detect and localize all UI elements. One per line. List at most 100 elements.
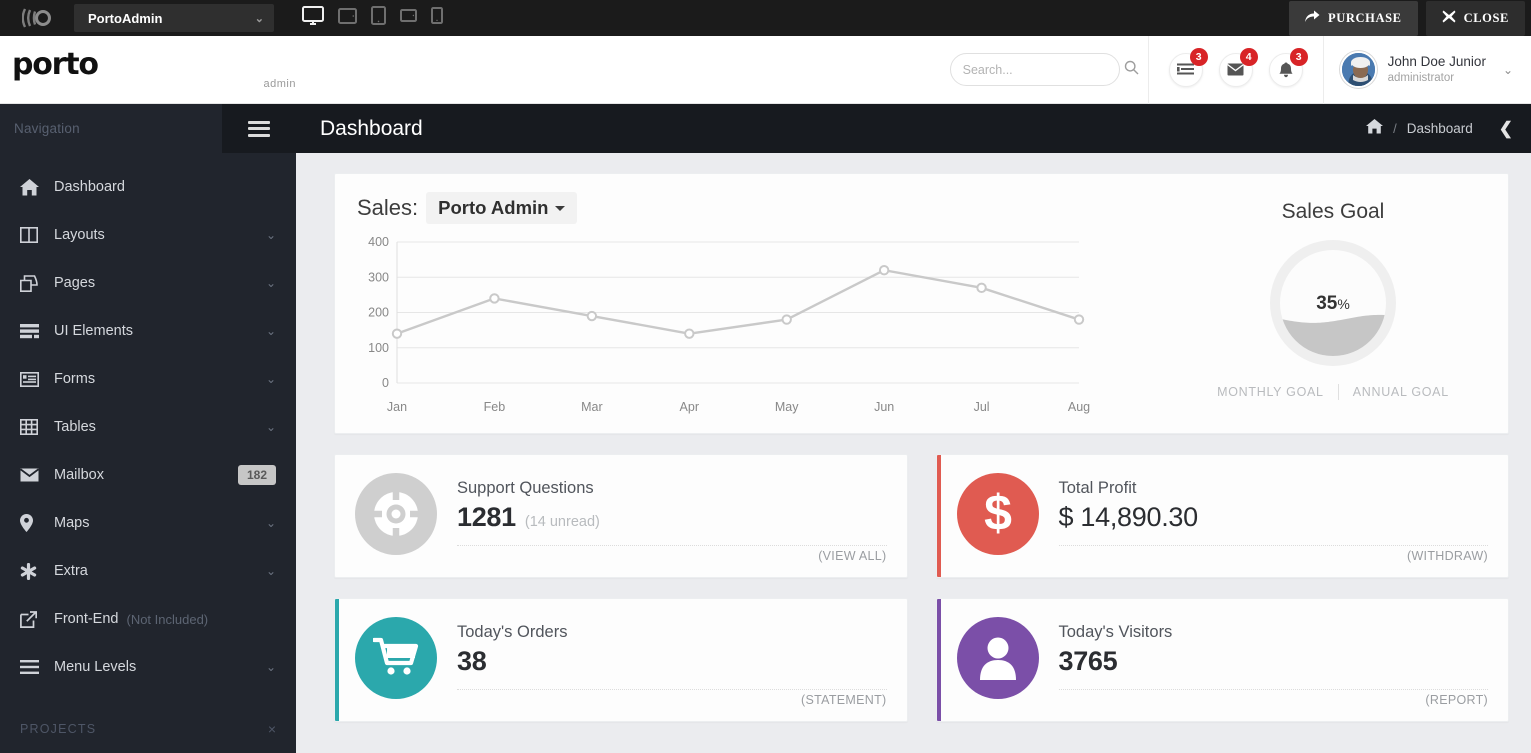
sidebar-item-layouts[interactable]: Layouts ⌄ xyxy=(0,211,296,259)
tasks-notification[interactable]: 3 xyxy=(1169,53,1203,87)
sidebar-item-ui-elements[interactable]: UI Elements ⌄ xyxy=(0,307,296,355)
page-title: Dashboard xyxy=(320,117,423,141)
chevron-down-icon[interactable]: ⌄ xyxy=(266,660,276,674)
svg-text:300: 300 xyxy=(368,270,389,284)
device-preview-group xyxy=(302,6,443,31)
stat-link[interactable]: (VIEW ALL) xyxy=(457,549,887,567)
user-name: John Doe Junior xyxy=(1388,53,1486,71)
chevron-down-icon[interactable]: ⌄ xyxy=(266,420,276,434)
sidebar-item-pages[interactable]: Pages ⌄ xyxy=(0,259,296,307)
theme-select[interactable]: PortoAdmin ⌄ xyxy=(74,4,274,32)
desktop-icon[interactable] xyxy=(302,6,324,31)
close-icon[interactable]: × xyxy=(268,721,276,737)
sidebar-toggle-button[interactable] xyxy=(222,104,296,153)
app-header: porto admin 3 4 3 xyxy=(0,36,1531,104)
chevron-down-icon[interactable]: ⌄ xyxy=(266,372,276,386)
chevron-down-icon[interactable]: ⌄ xyxy=(266,564,276,578)
breadcrumb-current[interactable]: Dashboard xyxy=(1407,121,1473,136)
stat-accent xyxy=(937,599,941,721)
chevron-down-icon: ⌄ xyxy=(255,12,264,25)
brand-logo[interactable]: porto admin xyxy=(0,50,296,90)
svg-text:Mar: Mar xyxy=(581,400,603,414)
search-icon[interactable] xyxy=(1124,60,1139,80)
svg-text:Jun: Jun xyxy=(874,400,894,414)
svg-text:100: 100 xyxy=(368,341,389,355)
breadcrumb-separator: / xyxy=(1393,121,1397,136)
stat-link[interactable]: (WITHDRAW) xyxy=(1059,549,1489,567)
phone-landscape-icon[interactable] xyxy=(400,9,417,27)
purchase-button-label: PURCHASE xyxy=(1328,11,1402,26)
stat-title: Today's Orders xyxy=(457,623,887,642)
user-role: administrator xyxy=(1388,71,1486,86)
sidebar-item-label: Dashboard xyxy=(54,179,125,195)
sales-panel: Sales: Porto Admin 0100200300400JanFebMa… xyxy=(334,173,1509,434)
sidebar-item-menu-levels[interactable]: Menu Levels ⌄ xyxy=(0,643,296,691)
sidebar-item-label: Front-End xyxy=(54,611,118,627)
chevron-down-icon[interactable]: ⌄ xyxy=(266,324,276,338)
svg-text:Apr: Apr xyxy=(680,400,699,414)
sidebar-item-label: Pages xyxy=(54,275,95,291)
sales-dropdown[interactable]: Porto Admin xyxy=(426,192,577,224)
purchase-button[interactable]: PURCHASE xyxy=(1289,1,1418,36)
sales-goal-section: Sales Goal 35% MONTHLY GOAL ANNUAL GOAL xyxy=(1168,192,1498,419)
close-icon xyxy=(1442,10,1456,27)
chevron-down-icon[interactable]: ⌄ xyxy=(266,228,276,242)
goal-tabs: MONTHLY GOAL ANNUAL GOAL xyxy=(1168,384,1498,400)
close-button[interactable]: CLOSE xyxy=(1426,1,1525,36)
sidebar-item-dashboard[interactable]: Dashboard xyxy=(0,163,296,211)
sidebar-item-label: Mailbox xyxy=(54,467,104,483)
phone-portrait-icon[interactable] xyxy=(431,7,443,29)
stat-card-todays-visitors[interactable]: Today's Visitors 3765 (REPORT) xyxy=(936,598,1510,722)
sidebar-item-label: Tables xyxy=(54,419,96,435)
svg-text:Aug: Aug xyxy=(1068,400,1090,414)
chevron-down-icon[interactable]: ⌄ xyxy=(266,276,276,290)
stat-accent xyxy=(335,599,339,721)
chevron-down-icon[interactable]: ⌄ xyxy=(1503,63,1513,77)
tasks-badge: 3 xyxy=(1190,48,1208,66)
sidebar-item-maps[interactable]: Maps ⌄ xyxy=(0,499,296,547)
sidebar-item-label: Forms xyxy=(54,371,95,387)
sidebar-item-extra[interactable]: Extra ⌄ xyxy=(0,547,296,595)
stat-card-total-profit[interactable]: $ Total Profit $ 14,890.30 (WITHDRAW) xyxy=(936,454,1510,578)
stat-title: Total Profit xyxy=(1059,479,1489,498)
goal-tab-annual[interactable]: ANNUAL GOAL xyxy=(1339,385,1463,399)
stat-subtext: (14 unread) xyxy=(525,514,600,530)
wifi-signal-icon xyxy=(14,0,60,36)
stat-card-support-questions[interactable]: Support Questions 1281 (14 unread) (VIEW… xyxy=(334,454,908,578)
stat-link[interactable]: (STATEMENT) xyxy=(457,693,887,711)
tablet-portrait-icon[interactable] xyxy=(371,6,386,30)
table-icon xyxy=(20,419,54,435)
home-icon[interactable] xyxy=(1366,119,1383,139)
stat-divider xyxy=(457,689,887,690)
sidebar-item-front-end[interactable]: Front-End (Not Included) xyxy=(0,595,296,643)
search-box[interactable] xyxy=(950,53,1120,86)
chevron-left-icon[interactable]: ❮ xyxy=(1499,119,1513,139)
stat-accent xyxy=(335,455,339,577)
sidebar-item-tables[interactable]: Tables ⌄ xyxy=(0,403,296,451)
svg-text:May: May xyxy=(775,400,799,414)
sidebar-item-label: Maps xyxy=(54,515,89,531)
content-area: Dashboard / Dashboard ❮ Sales: Porto Adm… xyxy=(296,104,1531,753)
stat-value: $ 14,890.30 xyxy=(1059,502,1198,533)
sidebar-item-mailbox[interactable]: Mailbox 182 xyxy=(0,451,296,499)
goal-tab-monthly[interactable]: MONTHLY GOAL xyxy=(1203,385,1338,399)
stat-link[interactable]: (REPORT) xyxy=(1059,693,1489,711)
svg-text:0: 0 xyxy=(382,376,389,390)
alerts-notification[interactable]: 3 xyxy=(1269,53,1303,87)
hamburger-icon xyxy=(248,117,270,140)
messages-notification[interactable]: 4 xyxy=(1219,53,1253,87)
sidebar-item-forms[interactable]: Forms ⌄ xyxy=(0,355,296,403)
sidebar-nav-list: Dashboard Layouts ⌄ Pages ⌄ xyxy=(0,163,296,691)
promo-bar: PortoAdmin ⌄ PURCHASE CLOS xyxy=(0,0,1531,36)
stat-card-todays-orders[interactable]: Today's Orders 38 (STATEMENT) xyxy=(334,598,908,722)
chevron-down-icon[interactable]: ⌄ xyxy=(266,516,276,530)
user-menu[interactable]: John Doe Junior administrator ⌄ xyxy=(1324,51,1531,88)
sales-label: Sales: xyxy=(357,195,418,221)
sales-line-chart: 0100200300400JanFebMarAprMayJunJulAug xyxy=(357,234,1168,419)
ui-icon xyxy=(20,324,54,339)
search-input[interactable] xyxy=(963,63,1124,77)
goal-gauge-wrap: 35% xyxy=(1168,238,1498,368)
sales-title-row: Sales: Porto Admin xyxy=(357,192,1168,224)
svg-text:Jan: Jan xyxy=(387,400,407,414)
tablet-landscape-icon[interactable] xyxy=(338,8,357,29)
